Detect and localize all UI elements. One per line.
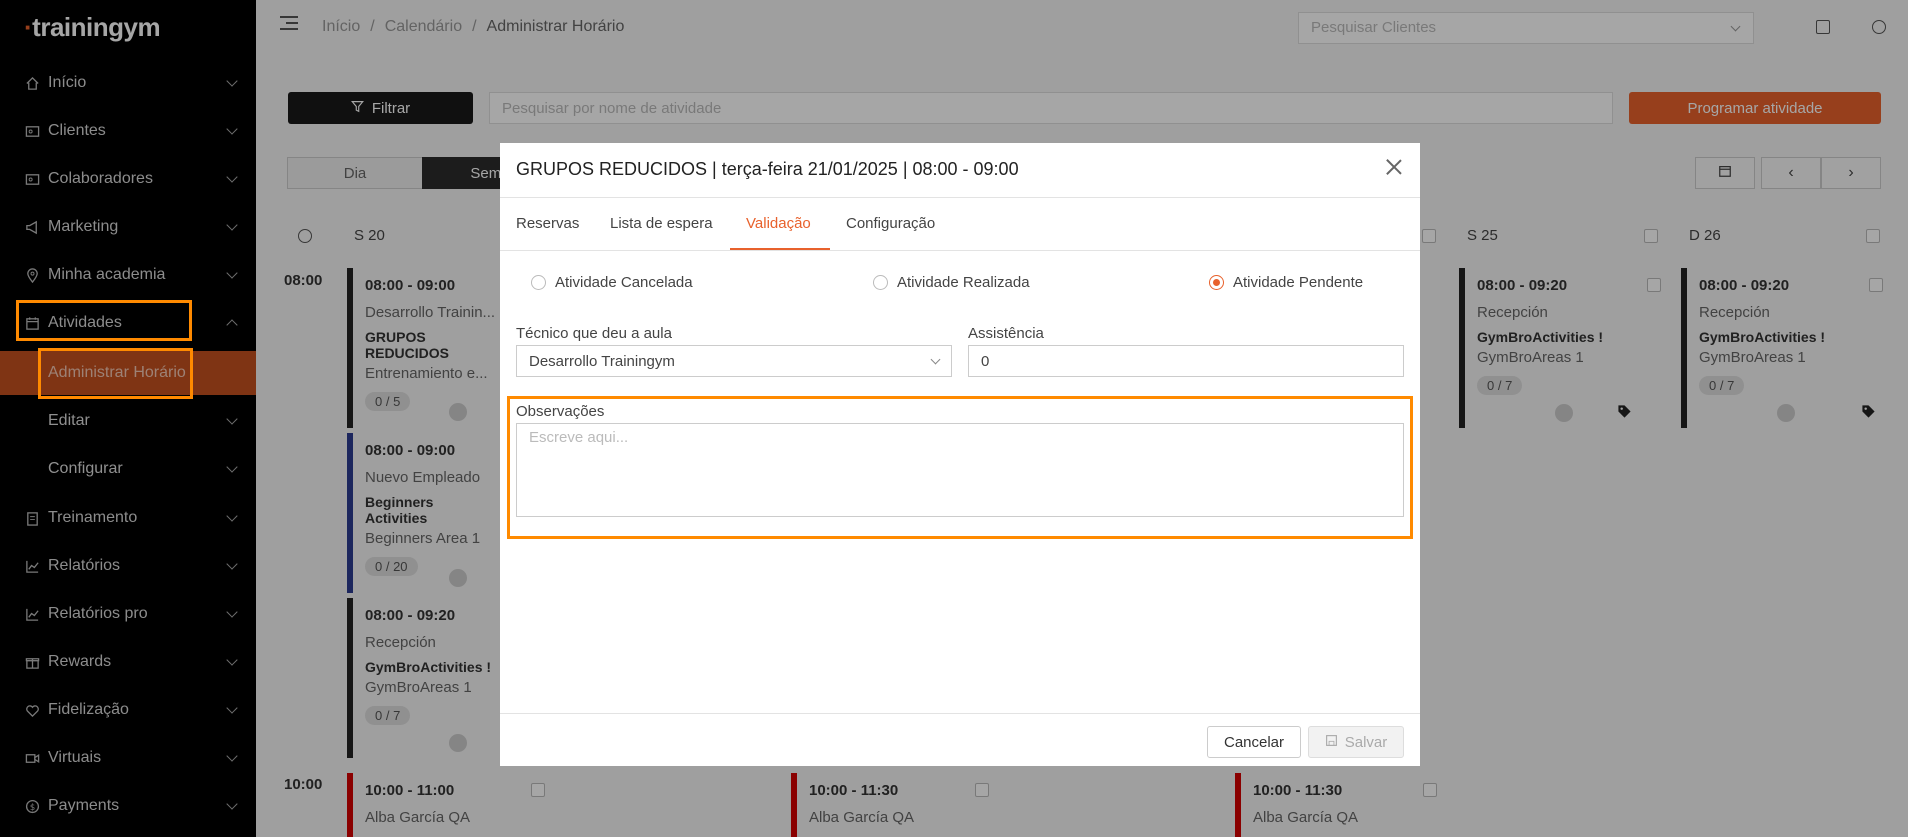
radio-button[interactable] [531,275,546,290]
radio-label: Atividade Cancelada [555,274,693,291]
attendance-label: Assistência [968,325,1044,342]
attendance-value: 0 [981,353,990,370]
notes-textarea[interactable]: Escreve aqui... [516,423,1404,517]
radio-atividade-pendente[interactable]: Atividade Pendente [1209,274,1363,291]
tab-validacao[interactable]: Validação [746,215,811,232]
radio-button[interactable] [873,275,888,290]
tab-reservas[interactable]: Reservas [516,215,579,232]
save-button[interactable]: Salvar [1308,726,1404,758]
technician-select[interactable]: Desarrollo Trainingym [516,345,952,377]
divider [500,197,1420,198]
save-icon [1325,734,1338,751]
radio-label: Atividade Realizada [897,274,1030,291]
cancel-label: Cancelar [1223,733,1285,751]
chevron-down-icon [930,354,941,365]
radio-atividade-cancelada[interactable]: Atividade Cancelada [531,274,693,291]
attendance-input[interactable]: 0 [968,345,1404,377]
technician-value: Desarrollo Trainingym [529,353,675,370]
validation-modal: GRUPOS REDUCIDOS | terça-feira 21/01/202… [500,143,1420,766]
cancel-button[interactable]: Cancelar [1207,726,1301,758]
close-icon[interactable] [1386,159,1402,175]
notes-placeholder: Escreve aqui... [529,429,629,446]
technician-label: Técnico que deu a aula [516,325,672,342]
tab-lista-de-espera[interactable]: Lista de espera [610,215,713,232]
radio-button-selected[interactable] [1209,275,1224,290]
divider [500,713,1420,714]
divider [500,250,1420,251]
notes-label: Observações [516,403,605,420]
modal-title: GRUPOS REDUCIDOS | terça-feira 21/01/202… [516,159,1019,179]
save-label: Salvar [1344,733,1388,751]
tab-configuracao[interactable]: Configuração [846,215,935,232]
radio-atividade-realizada[interactable]: Atividade Realizada [873,274,1030,291]
radio-label: Atividade Pendente [1233,274,1364,291]
